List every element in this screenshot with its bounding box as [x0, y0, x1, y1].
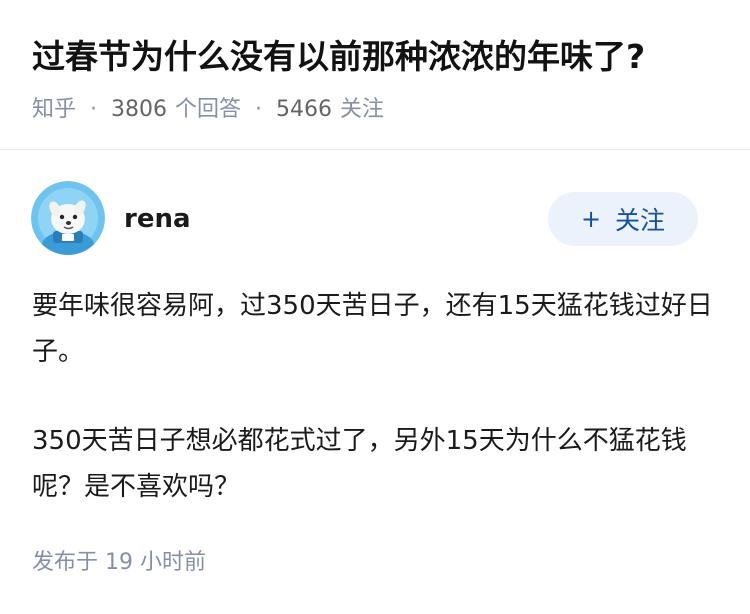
separator-dot: ·	[90, 97, 98, 122]
separator-dot: ·	[255, 97, 263, 122]
follow-button[interactable]: + 关注	[548, 192, 698, 246]
question-header: 过春节为什么没有以前那种浓浓的年味了? 知乎 · 3806 个回答 · 5466 关注	[0, 0, 750, 150]
answer-count-number: 3806	[111, 97, 168, 122]
plus-icon: +	[580, 205, 602, 233]
avatar-dog-icon	[31, 181, 105, 255]
publish-time-value: 19 小时前	[105, 550, 207, 575]
source-label[interactable]: 知乎	[32, 97, 76, 122]
answer-count[interactable]: 3806 个回答	[111, 97, 241, 122]
follower-count-unit: 关注	[340, 97, 385, 122]
follower-count-number: 5466	[276, 97, 333, 122]
publish-prefix: 发布于	[32, 550, 99, 575]
answer-paragraph: 350天苦日子想必都花式过了，另外15天为什么不猛花钱呢？是不喜欢吗？	[32, 426, 687, 502]
answer-paragraph: 要年味很容易阿，过350天苦日子，还有15天猛花钱过好日子。	[32, 291, 713, 367]
answer-body: 要年味很容易阿，过350天苦日子，还有15天猛花钱过好日子。 350天苦日子想必…	[32, 283, 722, 553]
publish-time: 发布于 19 小时前	[32, 545, 206, 581]
follow-button-label: 关注	[615, 206, 666, 235]
follower-count[interactable]: 5466 关注	[276, 97, 384, 122]
answer-count-unit: 个回答	[175, 97, 242, 122]
avatar[interactable]	[31, 181, 105, 255]
question-title[interactable]: 过春节为什么没有以前那种浓浓的年味了?	[32, 33, 645, 81]
question-meta: 知乎 · 3806 个回答 · 5466 关注	[32, 94, 384, 126]
author-name[interactable]: rena	[124, 201, 191, 237]
author-row: rena + 关注	[0, 181, 750, 261]
